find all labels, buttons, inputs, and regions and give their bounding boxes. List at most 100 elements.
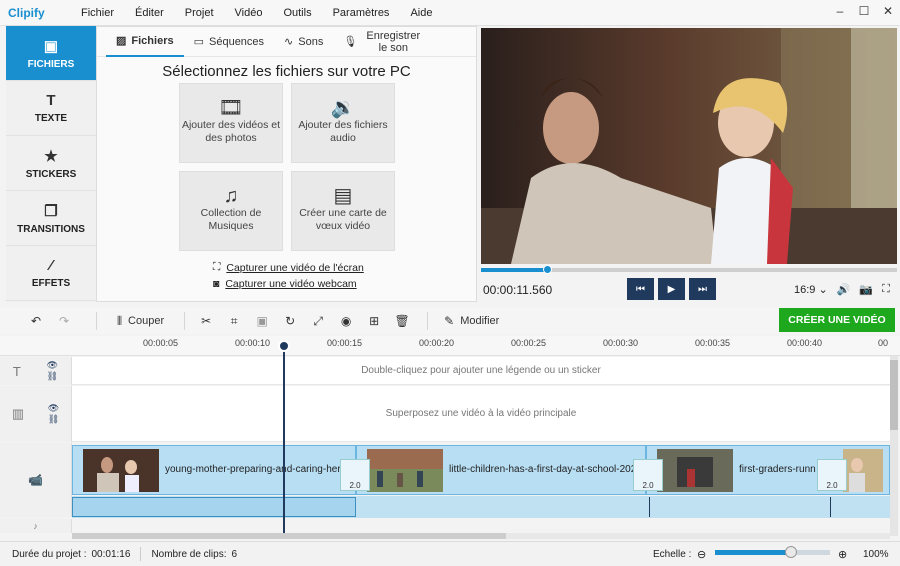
timeline-horizontal-scrollbar[interactable]: [72, 533, 890, 539]
add-videos-button[interactable]: 🎞 Ajouter des vidéos et des photos: [179, 83, 283, 163]
ruler-tick: 00:00:10: [235, 338, 271, 348]
link-icon[interactable]: ⛓: [47, 371, 58, 382]
menu-parametres[interactable]: Paramètres: [322, 7, 400, 19]
scrollbar-thumb[interactable]: [72, 533, 506, 539]
audio-clip[interactable]: [649, 497, 831, 517]
fullscreen-icon[interactable]: ⛶: [882, 283, 890, 296]
star-icon: ★: [44, 147, 58, 165]
minimize-icon[interactable]: –: [834, 4, 846, 18]
menu-video[interactable]: Vidéo: [224, 7, 273, 19]
create-video-button[interactable]: CRÉER UNE VIDÉO: [779, 308, 895, 332]
video-clip[interactable]: little-children-has-a-first-day-at-schoo…: [356, 445, 646, 495]
capture-webcam-link[interactable]: ◙ Capturer une vidéo webcam: [213, 278, 364, 290]
tile-label: Ajouter des fichiers audio: [298, 118, 388, 144]
transition-block[interactable]: 2.0: [817, 459, 847, 491]
zoom-slider[interactable]: [715, 546, 830, 558]
rotate-icon[interactable]: ↻: [281, 311, 299, 331]
timeline-ruler[interactable]: 00:00:05 00:00:10 00:00:15 00:00:20 00:0…: [0, 336, 900, 356]
transition-block[interactable]: 2.0: [340, 459, 370, 491]
edit-toolbar: ↶ ↷ ⫴ Couper ✂ ⌗ ▣ ↻ ⤢ ◉ ⊞ 🗑 ✎ Modifier: [0, 308, 900, 334]
add-clip-icon[interactable]: ⊞: [365, 311, 383, 331]
music-collection-button[interactable]: ♫ Collection de Musiques: [179, 171, 283, 251]
menu-fichier[interactable]: Fichier: [70, 7, 124, 19]
sidebar-item-transitions[interactable]: ❐ TRANSITIONS: [6, 191, 96, 246]
sidebar-item-label: FICHIERS: [27, 58, 75, 70]
sidebar-item-label: TRANSITIONS: [17, 223, 85, 235]
zoom-out-icon[interactable]: ⊖: [697, 548, 706, 561]
clip-name: young-mother-preparing-and-caring-her: [165, 464, 341, 475]
text-track-icon: T: [12, 363, 21, 379]
tab-fichiers[interactable]: ▨ Fichiers: [106, 27, 184, 57]
audio-file-icon: 🔉: [330, 96, 356, 119]
sidebar-item-label: STICKERS: [25, 168, 77, 180]
video-preview[interactable]: [481, 28, 897, 264]
redo-icon[interactable]: ↷: [54, 311, 74, 331]
seek-bar[interactable]: [481, 265, 897, 274]
tab-record-sound[interactable]: 🎙 Enregistrer le son: [333, 27, 434, 57]
playhead-handle[interactable]: [278, 340, 290, 352]
menu-projet[interactable]: Projet: [174, 7, 224, 19]
title-bar: Clipify Fichier Éditer Projet Vidéo Outi…: [0, 0, 900, 26]
edit-button[interactable]: ✎ Modifier: [444, 311, 499, 331]
add-audio-button[interactable]: 🔉 Ajouter des fichiers audio: [291, 83, 395, 163]
ruler-tick: 00:00:40: [787, 338, 823, 348]
zoom-handle[interactable]: [785, 546, 797, 558]
sidebar-item-effets[interactable]: ⁄ EFFETS: [6, 246, 96, 301]
eye-icon[interactable]: 👁: [47, 360, 58, 371]
transition-block[interactable]: 2.0: [633, 459, 663, 491]
seek-progress: [481, 268, 547, 272]
cut-button[interactable]: ⫴ Couper: [117, 311, 164, 331]
camera-icon: ▭: [193, 36, 204, 48]
tab-sequences[interactable]: ▭ Séquences: [184, 27, 274, 57]
maximize-icon[interactable]: ☐: [858, 4, 870, 18]
snapshot-icon[interactable]: 📷: [859, 283, 873, 296]
tab-sons[interactable]: ∿ Sons: [274, 27, 333, 57]
caption-track[interactable]: Double-cliquez pour ajouter une légende …: [72, 357, 890, 385]
eye-icon[interactable]: 👁: [48, 403, 59, 414]
zoom-level: 100%: [863, 548, 889, 560]
audio-clip[interactable]: [72, 497, 356, 517]
separator: [96, 312, 97, 330]
menu-outils[interactable]: Outils: [272, 7, 321, 19]
scale-label: Echelle :: [653, 548, 692, 560]
delete-icon[interactable]: 🗑: [393, 311, 411, 331]
separator: [427, 312, 429, 330]
play-icon[interactable]: ▶: [658, 278, 685, 300]
menu-editer[interactable]: Éditer: [124, 7, 174, 19]
aspect-ratio-select[interactable]: 16:9 ⌄: [794, 283, 828, 296]
separator: [140, 547, 142, 561]
sidebar-item-fichiers[interactable]: ▣ FICHIERS: [6, 26, 96, 81]
sidebar-item-texte[interactable]: T TEXTE: [6, 81, 96, 136]
seek-handle[interactable]: [543, 265, 552, 274]
scrollbar-thumb[interactable]: [890, 360, 898, 430]
ruler-tick: 00:00:05: [143, 338, 179, 348]
timeline-vertical-scrollbar[interactable]: [890, 356, 898, 536]
video-clip[interactable]: first-graders-runn: [646, 445, 890, 495]
undo-icon[interactable]: ↶: [26, 311, 46, 331]
tab-label: Sons: [298, 35, 324, 48]
next-icon[interactable]: ⏭: [689, 278, 716, 300]
crop-icon[interactable]: ⌗: [225, 311, 243, 331]
sidebar-item-stickers[interactable]: ★ STICKERS: [6, 136, 96, 191]
close-icon[interactable]: ✕: [882, 4, 894, 18]
edit-label: Modifier: [460, 315, 500, 327]
file-tiles: 🎞 Ajouter des vidéos et des photos 🔉 Ajo…: [179, 83, 395, 251]
frame-icon[interactable]: ▣: [253, 311, 271, 331]
zoom-in-icon[interactable]: ⊕: [838, 548, 847, 561]
link-icon[interactable]: ⛓: [48, 414, 59, 425]
overlay-track[interactable]: Superposez une vidéo à la vidéo principa…: [72, 386, 890, 442]
previous-icon[interactable]: ⏮: [627, 278, 654, 300]
greeting-card-button[interactable]: ▤ Créer une carte de vœux vidéo: [291, 171, 395, 251]
playhead[interactable]: [278, 340, 290, 535]
player-options: 16:9 ⌄ 🔊 📷 ⛶: [794, 283, 890, 296]
resize-icon[interactable]: ⤢: [309, 311, 327, 331]
enhance-icon[interactable]: ◉: [337, 311, 355, 331]
volume-icon[interactable]: 🔊: [837, 283, 851, 296]
video-clip[interactable]: young-mother-preparing-and-caring-her: [72, 445, 356, 495]
music-icon: ♫: [223, 184, 239, 207]
files-panel: ▨ Fichiers ▭ Séquences ∿ Sons 🎙 Enregist…: [96, 26, 477, 302]
scissors-icon[interactable]: ✂: [197, 311, 215, 331]
capture-screen-link[interactable]: ⛶ Capturer une vidéo de l'écran: [213, 261, 364, 274]
menu-aide[interactable]: Aide: [399, 7, 442, 19]
timecode: 00:00:11.560: [483, 283, 553, 297]
